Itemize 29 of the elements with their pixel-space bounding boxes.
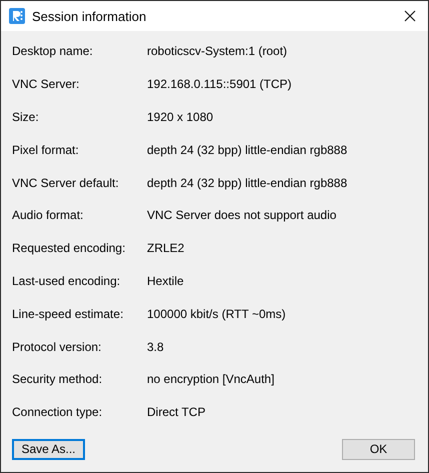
field-value: VNC Server does not support audio (147, 208, 338, 222)
field-label: VNC Server default: (12, 176, 120, 190)
save-as-button[interactable]: Save As... (12, 438, 85, 460)
field-value: no encryption [VncAuth] (147, 372, 276, 386)
window-title: Session information (32, 8, 148, 24)
field-value: Direct TCP (147, 405, 206, 420)
field-label: Last-used encoding: (12, 274, 122, 288)
field-label: Desktop name: (12, 44, 94, 58)
field-label: Pixel format: (12, 142, 80, 157)
ok-button[interactable]: OK (342, 438, 415, 460)
field-label: Line-speed estimate: (12, 306, 124, 321)
field-label: Connection type: (12, 405, 104, 420)
field-label: Size: (12, 110, 40, 124)
field-value: 1920 x 1080 (147, 110, 214, 124)
field-label: VNC Server: (12, 77, 80, 92)
field-label: Requested encoding: (12, 241, 126, 256)
field-value: Hextile (147, 274, 185, 288)
field-value: depth 24 (32 bpp) little-endian rgb888 (147, 176, 348, 190)
app-logo-icon (9, 8, 25, 24)
field-label: Security method: (12, 372, 104, 386)
close-icon[interactable] (404, 10, 416, 22)
field-value: depth 24 (32 bpp) little-endian rgb888 (147, 142, 348, 157)
field-value: roboticscv-System:1 (root) (147, 44, 288, 58)
field-value: ZRLE2 (147, 241, 186, 256)
field-value: 192.168.0.115::5901 (TCP) (147, 77, 293, 92)
field-value: 3.8 (147, 340, 165, 354)
field-value: 100000 kbit/s (RTT ~0ms) (147, 306, 287, 321)
field-label: Protocol version: (12, 340, 102, 354)
field-label: Audio format: (12, 208, 84, 222)
